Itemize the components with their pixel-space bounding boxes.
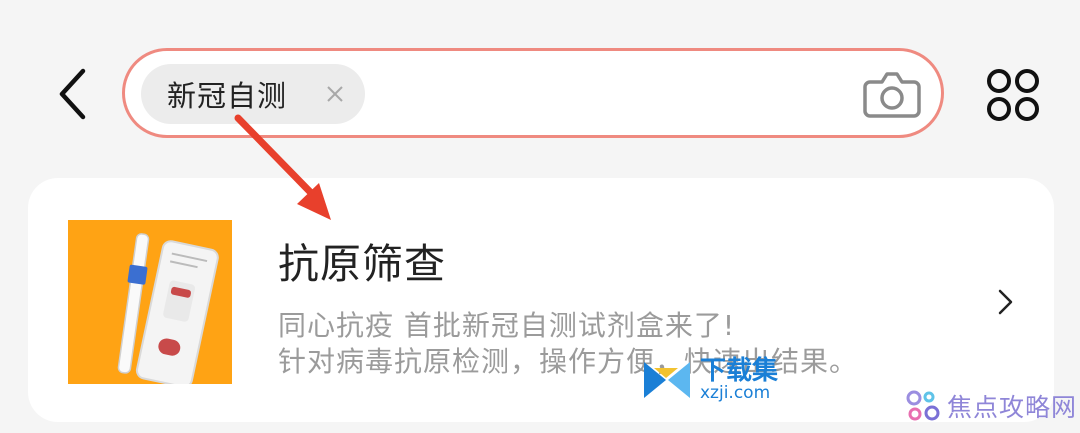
jiaodian-logo-icon bbox=[906, 390, 940, 421]
camera-button[interactable] bbox=[861, 63, 923, 125]
watermark-xzji-url: xzji.com bbox=[700, 383, 771, 403]
back-button[interactable] bbox=[48, 62, 96, 126]
top-bar: 新冠自测 bbox=[0, 0, 1080, 170]
camera-icon bbox=[863, 72, 921, 118]
watermark-xzji-name: 下载集 bbox=[700, 356, 779, 386]
more-menu-button[interactable] bbox=[980, 62, 1046, 128]
antigen-test-kit-image bbox=[117, 233, 219, 384]
product-thumbnail bbox=[68, 220, 232, 384]
grid-circles-icon bbox=[987, 69, 1039, 121]
chevron-right-icon bbox=[994, 286, 1018, 318]
card-title: 抗原筛查 bbox=[278, 240, 446, 288]
watermark-jiaodian-name: 焦点攻略网 bbox=[947, 393, 1078, 422]
watermark-xzji: 下载集 xzji.com bbox=[640, 358, 778, 402]
card-description-line1: 同心抗疫 首批新冠自测试剂盒来了! bbox=[278, 309, 736, 342]
search-box[interactable]: 新冠自测 bbox=[122, 48, 944, 138]
search-keyword-text: 新冠自测 bbox=[167, 79, 288, 113]
chevron-left-icon bbox=[59, 68, 86, 120]
xzji-logo-icon bbox=[644, 362, 690, 398]
result-card[interactable]: 抗原筛查 同心抗疫 首批新冠自测试剂盒来了! 针对病毒抗原检测，操作方便，快速出… bbox=[28, 178, 1054, 422]
watermark-jiaodian: 焦点攻略网 bbox=[905, 388, 1077, 424]
close-icon[interactable] bbox=[321, 80, 349, 108]
search-keyword-chip[interactable]: 新冠自测 bbox=[141, 64, 365, 124]
